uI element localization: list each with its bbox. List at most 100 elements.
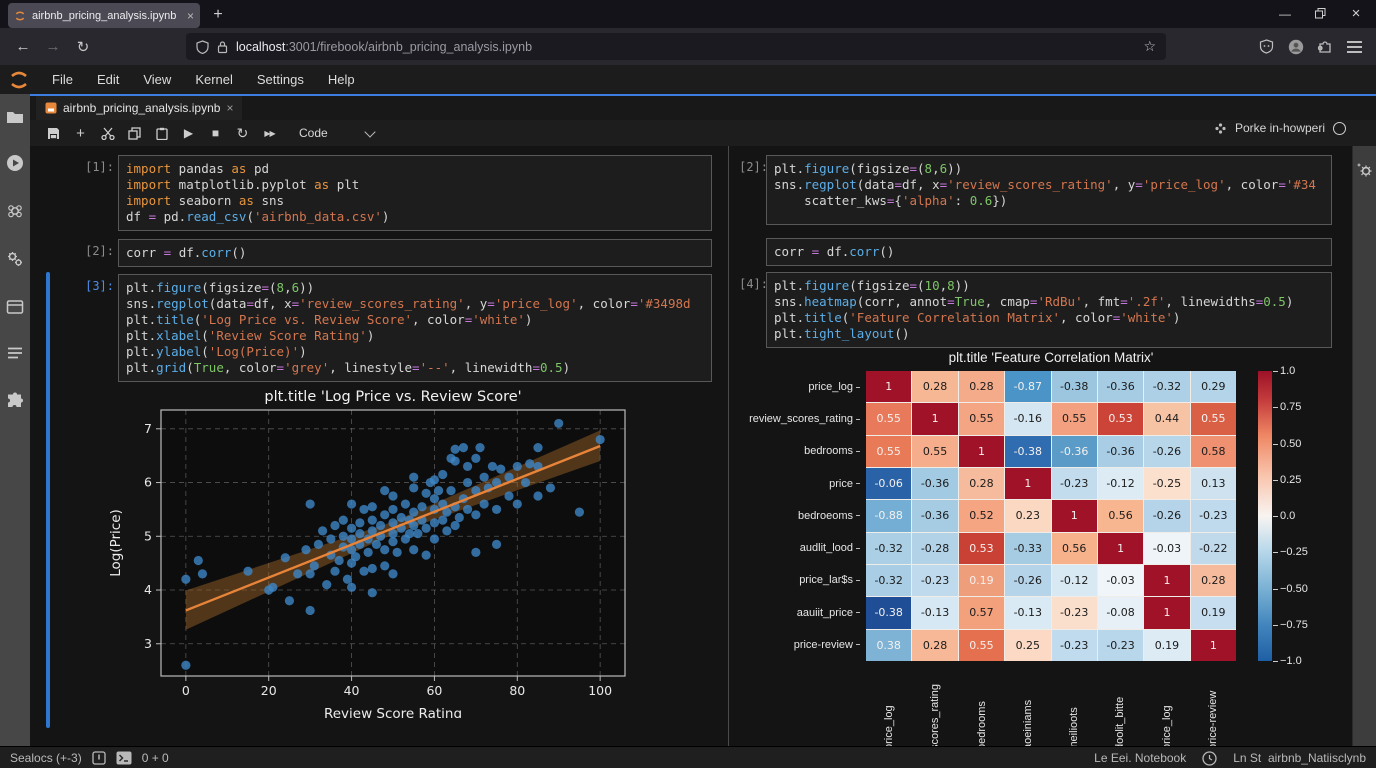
heatmap-cell: 0.25 <box>1005 630 1050 661</box>
file-browser-icon[interactable] <box>6 108 24 126</box>
notebook-tab-close-icon[interactable]: × <box>226 101 233 115</box>
heatmap-cell: 0.55 <box>866 403 911 434</box>
paste-cells-button[interactable] <box>148 127 175 140</box>
heatmap-row-label: audlit_lood <box>730 532 860 564</box>
reload-button[interactable]: ↻ <box>68 38 98 56</box>
settings-gears-icon[interactable] <box>6 250 24 268</box>
heatmap-cell: 0.55 <box>1052 403 1097 434</box>
heatmap-cell: 0.52 <box>959 500 1004 531</box>
running-kernels-icon[interactable] <box>6 154 24 172</box>
menu-item-edit[interactable]: Edit <box>85 72 131 87</box>
heatmap-cell: 0.29 <box>1191 371 1236 402</box>
code-cell[interactable]: plt.figure(figsize=(8,6))sns.regplot(dat… <box>766 155 1332 225</box>
heatmap-cell: 0.58 <box>1191 436 1236 467</box>
code-cell[interactable]: corr = df.corr() <box>118 239 712 267</box>
heatmap-cell: -0.23 <box>1052 468 1097 499</box>
heatmap-cell: -0.23 <box>1098 630 1143 661</box>
heatmap-cell: 0.55 <box>1191 403 1236 434</box>
window-minimize-button[interactable]: — <box>1265 0 1305 28</box>
browser-tab-close-icon[interactable]: × <box>187 9 194 23</box>
ai-assistant-icon[interactable] <box>6 202 24 220</box>
panel-divider[interactable] <box>728 146 729 746</box>
copy-cells-button[interactable] <box>121 127 148 140</box>
heatmap-col-label: bedrooms <box>975 666 989 750</box>
heatmap-cell: -0.36 <box>1098 436 1143 467</box>
svg-text:4: 4 <box>144 582 152 597</box>
window-close-button[interactable]: × <box>1336 0 1376 28</box>
notebook-mode-label[interactable]: Le Eei. Notebook <box>1094 751 1186 765</box>
heatmap-cell: 0.13 <box>1191 468 1236 499</box>
url-text: localhost:3001/firebook/airbnb_pricing_a… <box>236 40 1135 54</box>
heatmap-cell: 1 <box>1144 565 1189 596</box>
colorbar-tick-label: −0.75 <box>1280 618 1308 632</box>
heatmap-cell: -0.22 <box>1191 533 1236 564</box>
cell-type-select[interactable]: Code <box>299 126 328 140</box>
browser-tab[interactable]: airbnb_pricing_analysis.ipynb × <box>8 3 200 28</box>
extension-manager-icon[interactable] <box>6 392 24 410</box>
heatmap-cell: 1 <box>1098 533 1143 564</box>
jupyter-favicon <box>14 10 26 22</box>
colorbar-tick-label: −0.25 <box>1280 545 1308 559</box>
heatmap-cell: -0.87 <box>1005 371 1050 402</box>
clock-icon[interactable] <box>1202 751 1217 766</box>
window-panel-icon[interactable] <box>6 298 24 316</box>
colorbar-tick-mark <box>1273 552 1278 553</box>
colorbar-tick-mark <box>1273 480 1278 481</box>
svg-text:40: 40 <box>344 683 360 698</box>
heatmap-cell: -0.88 <box>866 500 911 531</box>
extensions-icon[interactable] <box>1318 39 1333 54</box>
menu-item-kernel[interactable]: Kernel <box>183 72 245 87</box>
notebook-tab[interactable]: airbnb_pricing_analysis.ipynb × <box>36 96 242 120</box>
heatmap-cell: -0.23 <box>1052 630 1097 661</box>
colorbar-tick-mark <box>1273 444 1278 445</box>
code-cell[interactable]: plt.figure(figsize=(8,6))sns.regplot(dat… <box>118 274 712 382</box>
back-button[interactable]: ← <box>8 38 38 55</box>
heatmap-cell: 0.44 <box>1144 403 1189 434</box>
menu-item-settings[interactable]: Settings <box>245 72 316 87</box>
menu-item-help[interactable]: Help <box>316 72 367 87</box>
code-cell[interactable]: import pandas as pdimport matplotlib.pyp… <box>118 155 712 231</box>
heatmap-cell: -0.26 <box>1144 436 1189 467</box>
heatmap-cell: -0.38 <box>1005 436 1050 467</box>
cut-cells-button[interactable] <box>94 127 121 140</box>
kernel-indicator[interactable]: Porke in-howperi <box>1214 121 1346 135</box>
menu-item-view[interactable]: View <box>131 72 183 87</box>
browser-urlbar: ← → ↻ localhost:3001/firebook/airbnb_pri… <box>0 28 1376 65</box>
table-of-contents-icon[interactable] <box>6 344 24 362</box>
kernel-usage-counts[interactable]: 0 + 0 <box>142 751 169 765</box>
cell-prompt: [4]: <box>732 277 768 291</box>
restart-kernel-button[interactable]: ↻ <box>229 125 256 142</box>
add-cell-button[interactable]: + <box>67 125 94 142</box>
forward-button[interactable]: → <box>38 38 68 55</box>
interrupt-kernel-button[interactable]: ■ <box>202 126 229 140</box>
cursor-position-label[interactable]: Ln St airbnb_Natiisclynb <box>1233 751 1366 765</box>
heatmap-cell: 1 <box>1052 500 1097 531</box>
status-left-label[interactable]: Sealocs (+-3) <box>10 751 82 765</box>
bell-indicator-icon[interactable] <box>92 751 106 765</box>
save-button[interactable] <box>40 127 67 140</box>
account-icon[interactable] <box>1288 39 1304 55</box>
heatmap-output: plt.title 'Feature Correlation Matrix' 1… <box>730 348 1376 748</box>
window-restore-button[interactable] <box>1300 0 1340 28</box>
colorbar-tick-mark <box>1273 516 1278 517</box>
property-inspector-gear-icon[interactable] <box>1357 162 1373 178</box>
restore-icon <box>1315 8 1326 19</box>
run-cell-button[interactable]: ▶ <box>175 126 202 140</box>
code-cell[interactable]: plt.figure(figsize=(10,8))sns.heatmap(co… <box>766 272 1332 348</box>
notebook-toolbar: + ▶ ■ ↻ ▶▶ Code <box>30 120 1376 147</box>
menu-item-file[interactable]: File <box>40 72 85 87</box>
menu-hamburger-icon[interactable] <box>1347 38 1362 56</box>
svg-text:7: 7 <box>144 421 152 436</box>
restart-run-all-button[interactable]: ▶▶ <box>256 129 283 138</box>
heatmap-cell: 1 <box>912 403 957 434</box>
terminal-indicator-icon[interactable] <box>116 751 132 765</box>
paste-icon <box>156 127 168 140</box>
bookmark-star-icon[interactable]: ☆ <box>1143 38 1156 55</box>
code-cell[interactable]: corr = df.corr() <box>766 238 1332 266</box>
active-cell-indicator[interactable] <box>46 272 50 728</box>
heatmap-cell: 0.28 <box>959 468 1004 499</box>
url-field[interactable]: localhost:3001/firebook/airbnb_pricing_a… <box>186 33 1166 60</box>
svg-text:Log(Price): Log(Price) <box>108 509 124 577</box>
tracking-badge-icon[interactable] <box>1259 39 1274 54</box>
new-tab-button[interactable]: + <box>206 4 230 26</box>
